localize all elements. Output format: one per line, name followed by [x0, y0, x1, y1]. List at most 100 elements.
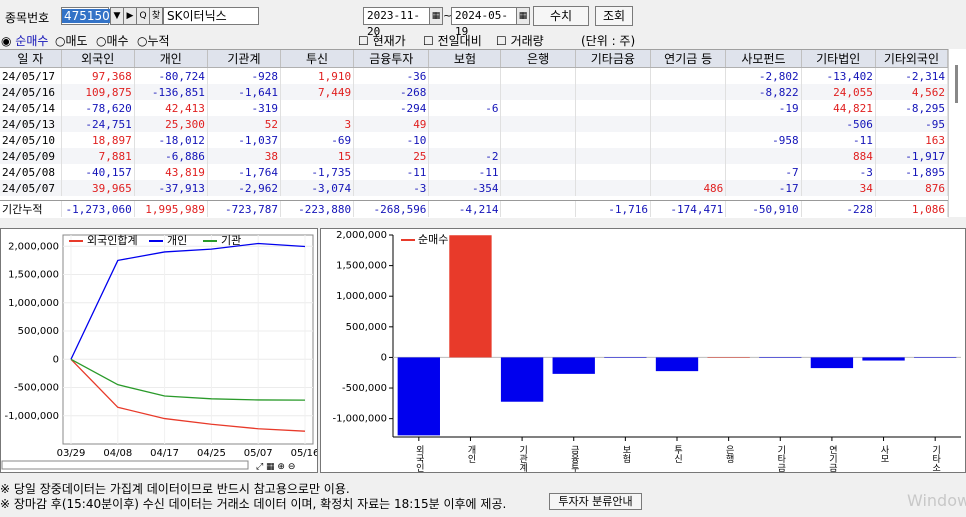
date-to-input[interactable]: 2024-05-19: [451, 7, 517, 38]
column-header[interactable]: 기타법인: [801, 50, 876, 68]
bar: [500, 357, 544, 402]
column-header[interactable]: 개인: [134, 50, 208, 68]
table-cell: -11: [428, 164, 502, 180]
table-cell: [500, 164, 576, 180]
check-price[interactable]: ☐ 현재가: [358, 32, 406, 49]
column-header[interactable]: 기타금융: [575, 50, 652, 68]
table-scrollbar[interactable]: [948, 49, 966, 217]
table-cell: -11: [801, 132, 876, 148]
column-header[interactable]: 기관계: [207, 50, 282, 68]
edit-button[interactable]: 수치: [533, 6, 589, 26]
table-cell: [650, 164, 727, 180]
check-change[interactable]: ☐ 전일대비: [423, 32, 482, 49]
table-cell: -19: [725, 100, 802, 116]
column-header[interactable]: 외국인: [61, 50, 135, 68]
table-cell: 4,562: [875, 84, 949, 100]
table-row[interactable]: 24/05/13 -24,751 25,300 52 3 49 -506 -95: [0, 116, 949, 132]
table-cell: -294: [353, 100, 430, 116]
table-cell: -1,735: [280, 164, 355, 180]
total-cell: -4,214: [428, 201, 502, 217]
footer-note-2: ※ 장마감 후(15:40분이후) 수신 데이터는 거래소 데이터 이며, 확정…: [0, 497, 507, 511]
x-tick-label: 은행: [724, 445, 734, 463]
table-row[interactable]: 24/05/10 18,897 -18,012 -1,037 -69 -10 -958 -11…: [0, 132, 949, 148]
table-cell: [650, 100, 727, 116]
table-row[interactable]: 24/05/14 -78,620 42,413 -319 -294 -6 -19 44,821…: [0, 100, 949, 116]
column-header[interactable]: 일 자: [0, 50, 62, 68]
table-cell: 24/05/17: [0, 67, 62, 84]
table-cell: [428, 132, 502, 148]
table-row[interactable]: 24/05/08 -40,157 43,819 -1,764 -1,735 -11 -11-…: [0, 164, 949, 180]
table-cell: -2,962: [207, 180, 282, 196]
x-tick-label: 개인: [465, 445, 475, 463]
code-input[interactable]: 475150: [61, 7, 112, 25]
table-cell: [500, 100, 576, 116]
table-cell: [500, 148, 576, 164]
calendar-icon[interactable]: ▦: [429, 7, 443, 25]
total-cell: 1,995,989: [134, 201, 208, 217]
table-row[interactable]: 24/05/17 97,368 -80,724 -928 1,910 -36 -2,802-…: [0, 67, 949, 84]
column-header[interactable]: 투신: [280, 50, 355, 68]
radio-cumulative[interactable]: ○누적: [137, 32, 170, 49]
table-cell: -268: [353, 84, 430, 100]
bar: [449, 235, 492, 358]
radio-net-buy[interactable]: ◉ 순매수: [1, 32, 48, 49]
radio-sell[interactable]: ○매도: [55, 32, 88, 49]
find-button[interactable]: 찾: [149, 7, 163, 25]
cumulative-line-chart: 2,000,000 1,500,000 1,000,000 500,000 0 -500,…: [1, 234, 317, 472]
table-row[interactable]: 24/05/16 109,875 -136,851 -1,641 7,449 -268 -8…: [0, 84, 949, 100]
chart-scrollbar: [1, 460, 249, 470]
y-tick-label: 2,000,000: [8, 241, 59, 252]
table-cell: -928: [207, 67, 282, 84]
check-volume[interactable]: ☐ 거래량: [496, 32, 544, 49]
table-cell: -17: [725, 180, 802, 196]
search-icon[interactable]: Q: [136, 7, 150, 25]
table-cell: 18,897: [61, 132, 135, 148]
total-cell: -228: [801, 201, 876, 217]
x-tick-label: 04/08: [103, 448, 132, 459]
bar: [655, 357, 699, 372]
bar: [862, 357, 905, 361]
table-row[interactable]: 24/05/07 39,965 -37,913 -2,962 -3,074 -3 -354 4…: [0, 180, 949, 196]
table-cell: 24,055: [801, 84, 876, 100]
table-cell: -319: [207, 100, 282, 116]
calendar-icon[interactable]: ▦: [516, 7, 530, 25]
table-cell: -8,822: [725, 84, 802, 100]
column-header[interactable]: 기타외국인: [875, 50, 949, 68]
y-tick-label: 500,000: [346, 322, 387, 333]
table-cell: [428, 67, 502, 84]
bar: [914, 357, 957, 358]
column-header[interactable]: 보험: [428, 50, 502, 68]
column-header[interactable]: 사모펀드: [725, 50, 802, 68]
table-cell: -3: [353, 180, 430, 196]
os-watermark: Window: [907, 491, 966, 510]
bar: [810, 357, 854, 369]
column-header[interactable]: 은행: [500, 50, 576, 68]
total-cell: 1,086: [875, 201, 949, 217]
table-row[interactable]: 24/05/09 7,881 -6,886 38 15 25 -2 884 -1,917: [0, 148, 949, 164]
table-cell: -2,314: [875, 67, 949, 84]
table-cell: 38: [207, 148, 282, 164]
y-tick-label: -1,000,000: [4, 411, 59, 422]
table-cell: -37,913: [134, 180, 208, 196]
x-tick-label: 기타소: [930, 445, 940, 472]
table-cell: 3: [280, 116, 355, 132]
investor-guide-button[interactable]: 투자자 분류안내: [549, 493, 642, 510]
bar: [759, 357, 802, 358]
radio-buy[interactable]: ○매수: [96, 32, 129, 49]
code-label: 종목번호: [5, 11, 50, 25]
total-cell: -1,273,060: [61, 201, 135, 217]
date-from-input[interactable]: 2023-11-20: [363, 7, 430, 38]
table-cell: 39,965: [61, 180, 135, 196]
plot-area: [62, 234, 314, 445]
dropdown-icon[interactable]: ▼: [110, 7, 124, 25]
total-cell: [500, 201, 576, 217]
column-header[interactable]: 연기금 등: [650, 50, 727, 68]
table-cell: 1,910: [280, 67, 355, 84]
x-tick-label: 05/16: [291, 448, 317, 459]
table-cell: [500, 116, 576, 132]
y-tick-label: -1,000,000: [332, 414, 387, 425]
query-button[interactable]: 조회: [595, 6, 633, 26]
next-icon[interactable]: ▶: [123, 7, 137, 25]
table-cell: [650, 132, 727, 148]
column-header[interactable]: 금융투자: [353, 50, 430, 68]
